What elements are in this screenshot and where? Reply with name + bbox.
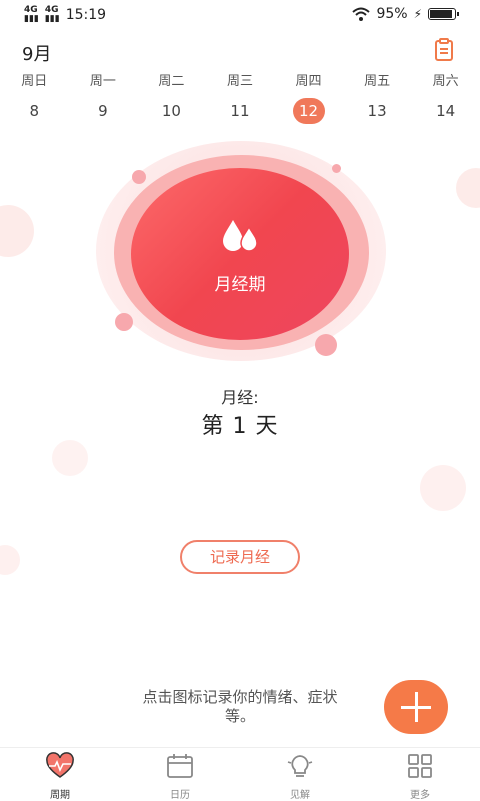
weekday-label: 周三 <box>226 74 253 89</box>
weekday-label: 周四 <box>295 74 322 89</box>
clock: 15:19 <box>65 7 107 23</box>
status-bar: 4G ▮▮▮ 4G ▮▮▮ 15:19 95% ⚡ <box>0 0 480 30</box>
date-number: 10 <box>161 102 181 120</box>
decor-bubble <box>420 465 466 511</box>
record-period-button[interactable]: 记录月经 <box>180 540 300 574</box>
calendar-icon <box>167 754 193 778</box>
day-cell[interactable]: 周二 10 <box>137 68 206 124</box>
nav-item-insights[interactable]: 见解 <box>240 748 360 801</box>
date-number: 9 <box>98 102 108 120</box>
decor-dot <box>132 170 146 184</box>
charging-icon: ⚡ <box>413 7 422 21</box>
date-number: 14 <box>436 102 456 120</box>
nav-item-calendar[interactable]: 日历 <box>120 748 240 801</box>
date-number: 8 <box>29 102 40 120</box>
wifi-icon <box>352 7 371 21</box>
day-count-label: 月经: <box>221 388 259 407</box>
day-cell[interactable]: 周日 8 <box>0 68 69 124</box>
day-cell[interactable]: 周一 9 <box>69 68 138 124</box>
hint-text: 点击图标记录你的情绪、症状 等。 <box>110 688 370 726</box>
phase-label: 月经期 <box>214 275 266 295</box>
decor-dot <box>315 334 337 356</box>
decor-dot <box>332 164 341 173</box>
blood-drops-icon <box>223 220 258 252</box>
battery-percent: 95% <box>376 6 408 22</box>
weekday-label: 周六 <box>432 74 459 89</box>
day-cell[interactable]: 周五 13 <box>343 68 412 124</box>
day-cell[interactable]: 周四 12 <box>274 68 343 124</box>
decor-dot <box>115 313 133 331</box>
cycle-circle[interactable] <box>131 168 349 340</box>
signal-icon-2: 4G ▮▮▮ <box>44 5 60 24</box>
nav-item-more[interactable]: 更多 <box>360 748 480 801</box>
signal-icon: 4G ▮▮▮ <box>24 5 39 24</box>
heart-pulse-icon <box>46 752 74 778</box>
clipboard-icon[interactable] <box>432 38 456 62</box>
hint-line-1: 点击图标记录你的情绪、症状 <box>142 688 338 706</box>
lightbulb-icon <box>287 755 313 777</box>
date-number: 13 <box>367 102 387 120</box>
week-strip: 周日 8 周一 9 周二 10 周三 11 周四 12 周五 13 周六 14 <box>0 68 480 124</box>
hint-line-2: 等。 <box>224 707 255 725</box>
day-cell[interactable]: 周三 11 <box>206 68 275 124</box>
decor-bubble <box>0 545 20 575</box>
bottom-nav: 周期 日历 见解 更多 <box>0 747 480 801</box>
add-record-button[interactable] <box>384 680 448 734</box>
decor-bubble <box>456 168 480 208</box>
decor-bubble <box>0 205 34 257</box>
selected-date: 12 <box>292 98 325 124</box>
weekday-label: 周五 <box>364 74 391 89</box>
weekday-label: 周一 <box>89 74 116 89</box>
weekday-label: 周二 <box>158 74 185 89</box>
nav-item-cycle[interactable]: 周期 <box>0 748 120 801</box>
weekday-label: 周日 <box>21 74 48 89</box>
day-count-value: 第 1 天 <box>201 414 279 439</box>
month-title: 9月 <box>22 44 52 65</box>
date-number: 11 <box>230 102 250 120</box>
day-cell[interactable]: 周六 14 <box>411 68 480 124</box>
decor-bubble <box>52 440 88 476</box>
battery-icon <box>428 8 459 20</box>
grid-icon <box>408 754 432 778</box>
